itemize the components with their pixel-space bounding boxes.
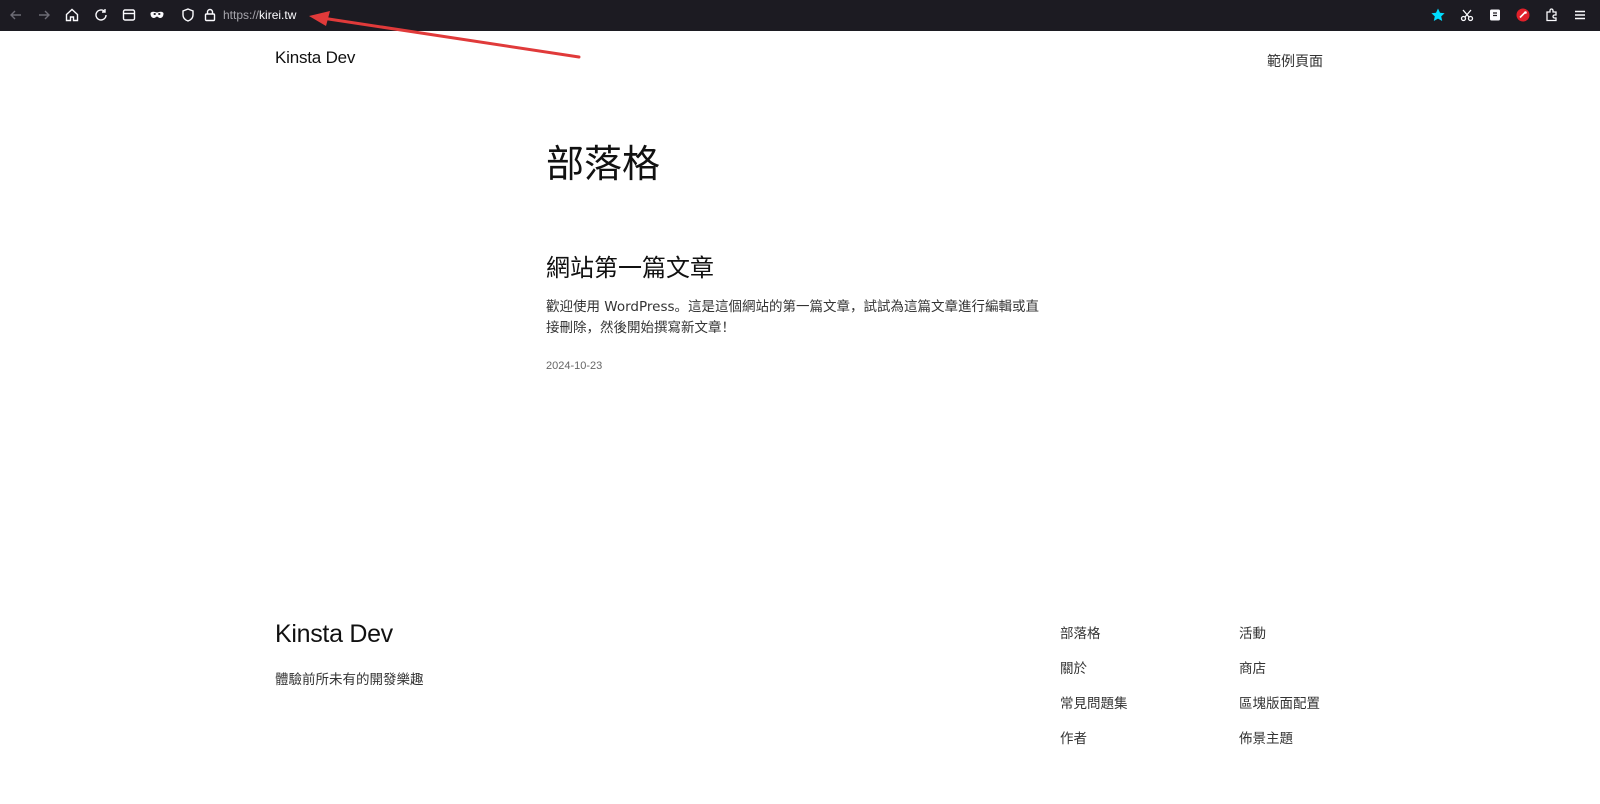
footer-tagline: 體驗前所未有的開發樂趣 (275, 672, 424, 688)
extensions-button[interactable] (1541, 4, 1563, 26)
tracking-protection-button[interactable] (177, 4, 199, 26)
bookmark-button[interactable] (1427, 4, 1449, 26)
reload-button[interactable] (90, 4, 112, 26)
shield-icon (182, 8, 194, 22)
home-button[interactable] (61, 4, 83, 26)
arrow-left-icon (10, 10, 21, 20)
red-extension-icon (1516, 8, 1530, 22)
footer-link-themes[interactable]: 佈景主題 (1239, 729, 1320, 749)
post-excerpt: 歡迎使用 WordPress。這是這個網站的第一篇文章，試試為這篇文章進行編輯或… (546, 299, 1040, 336)
hamburger-icon (1575, 10, 1585, 20)
footer-nav-column-2: 活動 商店 區塊版面配置 佈景主題 (1239, 624, 1320, 749)
post-title[interactable]: 網站第一篇文章 (546, 252, 714, 284)
lastpass-extension-button[interactable] (1512, 4, 1534, 26)
post-date: 2024-10-23 (546, 360, 603, 372)
footer-nav-column-1: 部落格 關於 常見問題集 作者 (1060, 624, 1128, 749)
window-icon (122, 9, 136, 21)
url-bar[interactable] (176, 3, 1422, 28)
footer-link-blog[interactable]: 部落格 (1060, 624, 1128, 644)
star-icon (1431, 8, 1445, 21)
footer-link-events[interactable]: 活動 (1239, 624, 1320, 644)
home-icon (65, 8, 79, 22)
bookmark-extension-icon (1490, 9, 1500, 21)
arrow-right-icon (39, 10, 50, 20)
menu-button[interactable] (1569, 4, 1591, 26)
annotation-arrow (309, 11, 581, 59)
forward-button[interactable] (33, 4, 55, 26)
url-host: kirei.tw (259, 8, 297, 22)
footer-link-faq[interactable]: 常見問題集 (1060, 694, 1128, 714)
reload-icon (95, 9, 107, 21)
footer-link-patterns[interactable]: 區塊版面配置 (1239, 694, 1320, 714)
nav-item-sample-page[interactable]: 範例頁面 (1267, 51, 1323, 71)
screenshot-button[interactable] (1456, 4, 1478, 26)
private-browsing-button[interactable] (146, 4, 168, 26)
footer-link-authors[interactable]: 作者 (1060, 729, 1128, 749)
scissors-icon (1460, 9, 1474, 22)
mask-icon (150, 11, 164, 18)
lock-icon (204, 8, 216, 22)
sidebar-button[interactable] (118, 4, 140, 26)
url-text[interactable]: https://kirei.tw (223, 7, 296, 23)
footer-site-title[interactable]: Kinsta Dev (275, 620, 393, 649)
page-title: 部落格 (546, 142, 661, 186)
pocket-extension-button[interactable] (1484, 4, 1506, 26)
back-button[interactable] (5, 4, 27, 26)
footer-link-about[interactable]: 關於 (1060, 659, 1128, 679)
browser-toolbar: https://kirei.tw (0, 0, 1600, 31)
footer-link-shop[interactable]: 商店 (1239, 659, 1320, 679)
puzzle-icon (1546, 8, 1557, 22)
url-protocol: https:// (223, 8, 260, 22)
site-title[interactable]: Kinsta Dev (275, 48, 355, 68)
site-info-button[interactable] (199, 4, 221, 26)
